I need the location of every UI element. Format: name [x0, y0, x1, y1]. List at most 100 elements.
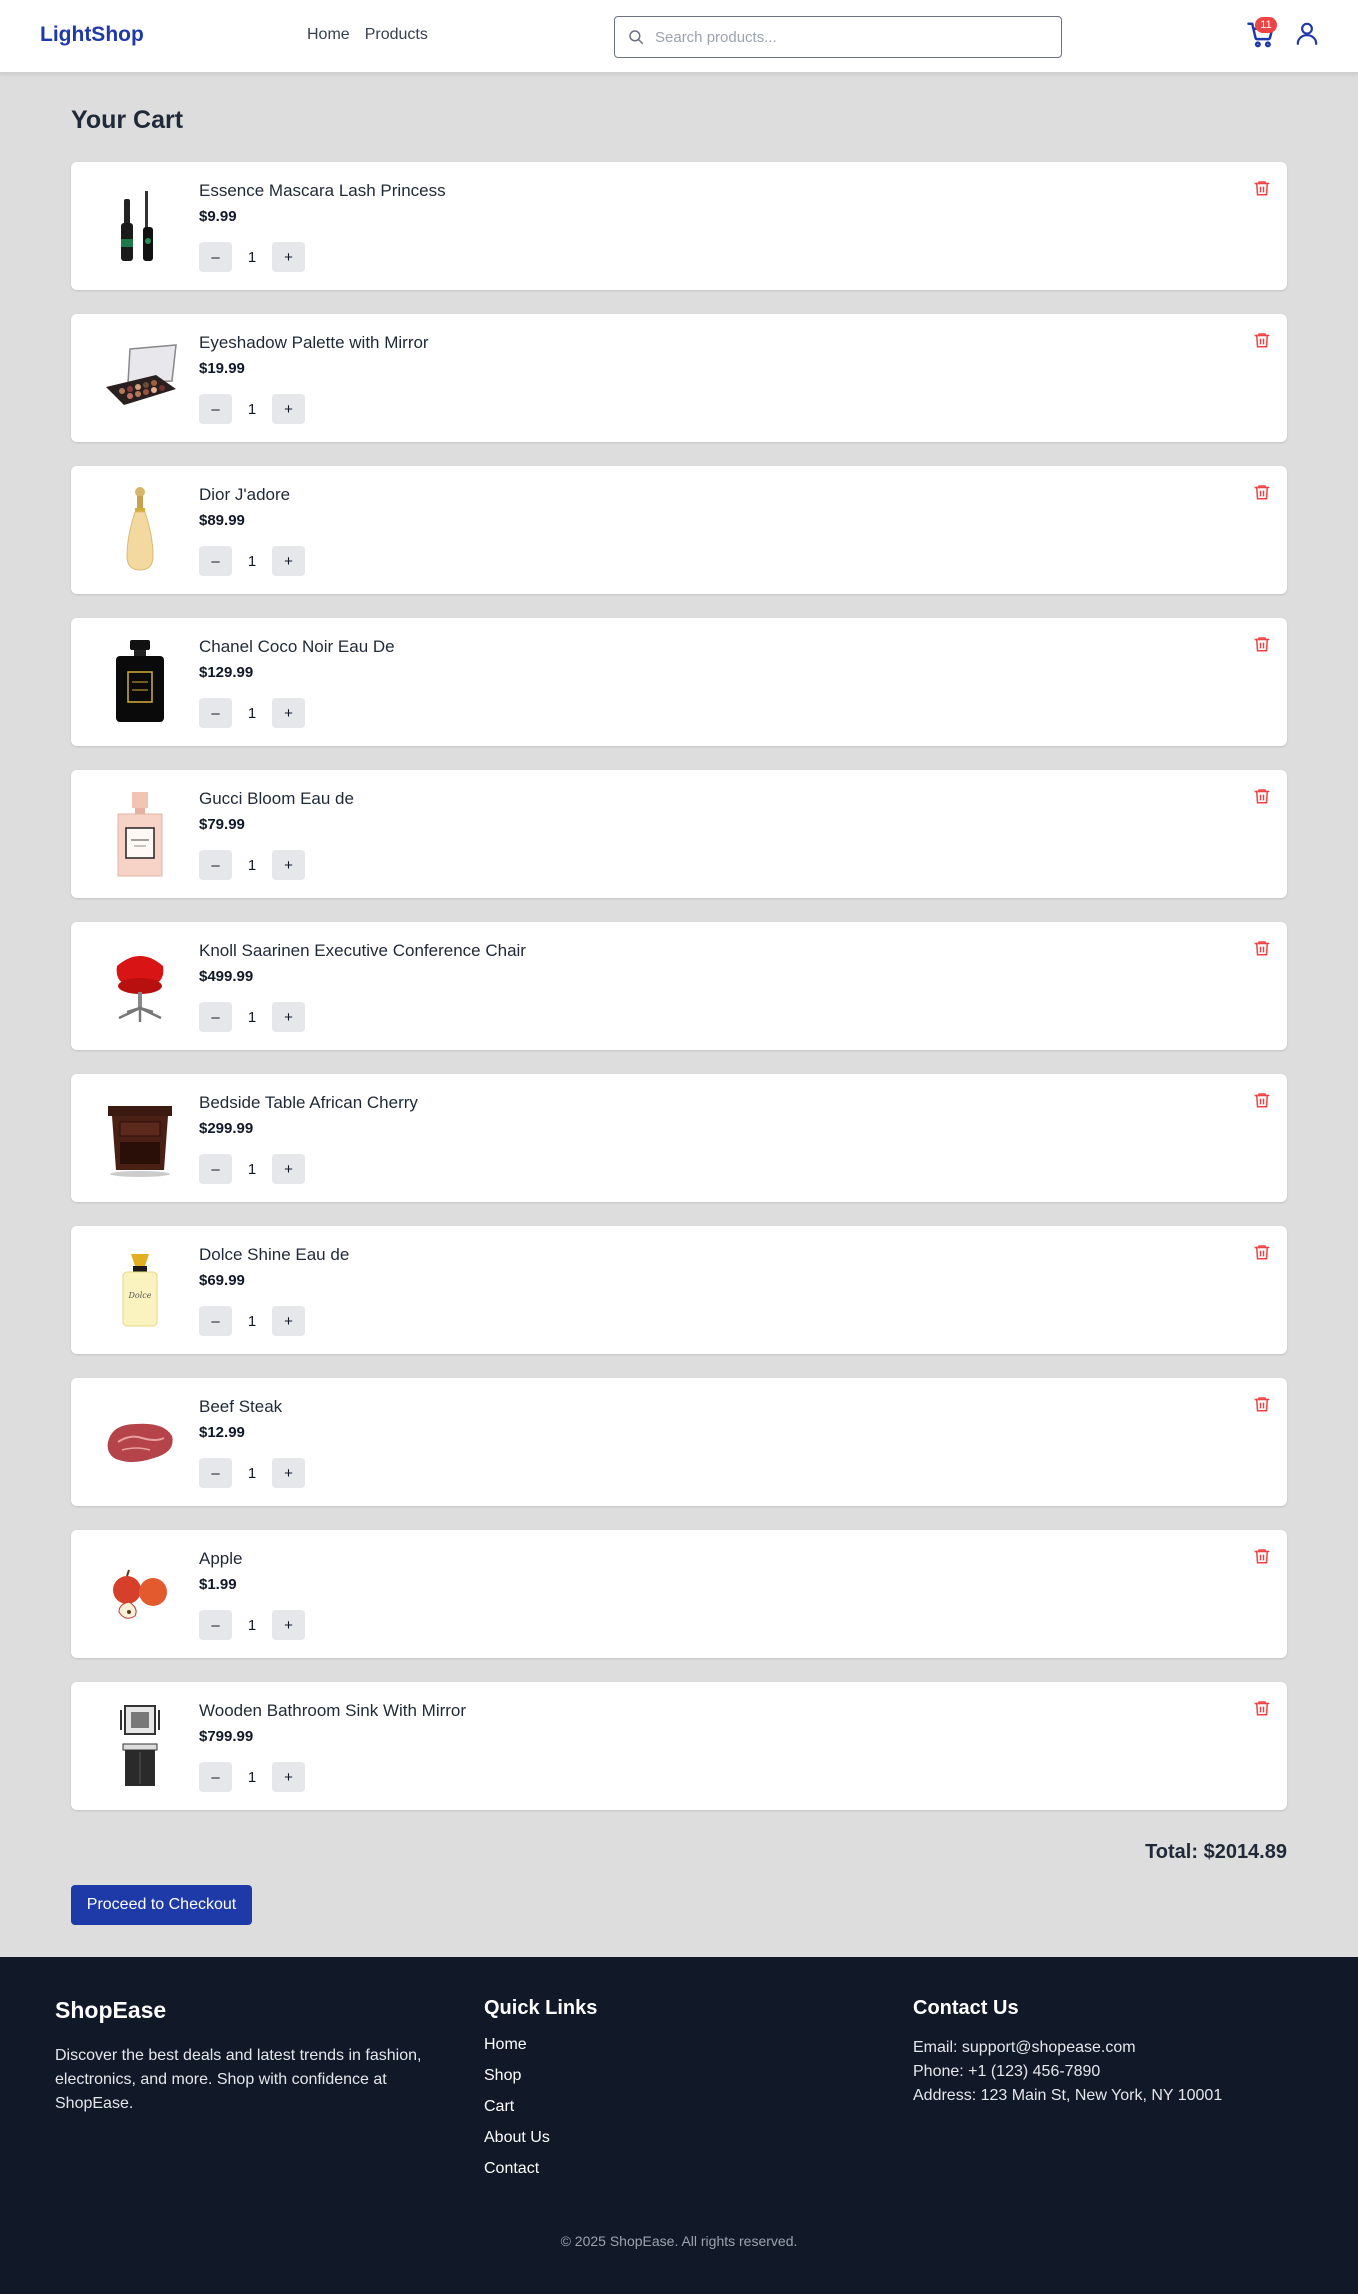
quantity-value: 1: [247, 856, 257, 874]
cart-item: Eyeshadow Palette with Mirror $19.99 – 1…: [71, 314, 1287, 442]
trash-icon[interactable]: [1253, 1546, 1271, 1566]
site-logo[interactable]: LightShop: [40, 23, 144, 47]
cart-item: Wooden Bathroom Sink With Mirror $799.99…: [71, 1682, 1287, 1810]
contact-email: Email: support@shopease.com: [913, 2039, 1136, 2056]
trash-icon[interactable]: [1253, 1394, 1271, 1414]
increase-qty-button[interactable]: +: [272, 1610, 305, 1640]
footer-link-contact[interactable]: Contact: [484, 2160, 597, 2178]
cart-item: Essence Mascara Lash Princess $9.99 – 1 …: [71, 162, 1287, 290]
increase-qty-button[interactable]: +: [272, 546, 305, 576]
item-price: $79.99: [199, 816, 245, 833]
increase-qty-button[interactable]: +: [272, 850, 305, 880]
item-price: $1.99: [199, 1576, 237, 1593]
quantity-stepper: – 1 +: [199, 1610, 305, 1640]
trash-icon[interactable]: [1253, 1698, 1271, 1718]
steak-image: [95, 1397, 185, 1487]
quantity-value: 1: [247, 1768, 257, 1786]
quick-links-title: Quick Links: [484, 1997, 598, 2019]
increase-qty-button[interactable]: +: [272, 394, 305, 424]
increase-qty-button[interactable]: +: [272, 1154, 305, 1184]
perfume-bottle-image: [95, 637, 185, 727]
footer-link-about[interactable]: About Us: [484, 2129, 597, 2147]
quantity-value: 1: [247, 400, 257, 418]
decrease-qty-button[interactable]: –: [199, 1762, 232, 1792]
decrease-qty-button[interactable]: –: [199, 394, 232, 424]
chair-image: [95, 941, 185, 1031]
increase-qty-button[interactable]: +: [272, 1458, 305, 1488]
item-name: Dior J'adore: [199, 485, 291, 504]
cart-list: Essence Mascara Lash Princess $9.99 – 1 …: [71, 162, 1287, 1834]
quantity-stepper: – 1 +: [199, 698, 305, 728]
search-input[interactable]: [655, 25, 1050, 49]
nav-home[interactable]: Home: [307, 26, 350, 44]
eyeshadow-palette-image: [95, 333, 185, 423]
quantity-stepper: – 1 +: [199, 1458, 305, 1488]
cart-item: Dior J'adore $89.99 – 1 +: [71, 466, 1287, 594]
item-price: $9.99: [199, 208, 237, 225]
cart-item: Beef Steak $12.99 – 1 +: [71, 1378, 1287, 1506]
trash-icon[interactable]: [1253, 1242, 1271, 1262]
footer-contact: Contact Us Email: support@shopease.com P…: [913, 1997, 1222, 2108]
trash-icon[interactable]: [1253, 178, 1271, 198]
item-price: $89.99: [199, 512, 245, 529]
site-footer: ShopEase Discover the best deals and lat…: [0, 1957, 1358, 2294]
increase-qty-button[interactable]: +: [272, 1762, 305, 1792]
page-title: Your Cart: [71, 106, 184, 134]
item-price: $12.99: [199, 1424, 245, 1441]
trash-icon[interactable]: [1253, 634, 1271, 654]
cart-item: Dolce Dolce Shine Eau de $69.99 – 1 +: [71, 1226, 1287, 1354]
footer-link-shop[interactable]: Shop: [484, 2067, 597, 2085]
quantity-stepper: – 1 +: [199, 394, 305, 424]
increase-qty-button[interactable]: +: [272, 698, 305, 728]
decrease-qty-button[interactable]: –: [199, 1002, 232, 1032]
decrease-qty-button[interactable]: –: [199, 1154, 232, 1184]
perfume-bottle-image: [95, 789, 185, 879]
quantity-value: 1: [247, 1464, 257, 1482]
quantity-stepper: – 1 +: [199, 850, 305, 880]
trash-icon[interactable]: [1253, 786, 1271, 806]
decrease-qty-button[interactable]: –: [199, 1610, 232, 1640]
decrease-qty-button[interactable]: –: [199, 1458, 232, 1488]
item-name: Eyeshadow Palette with Mirror: [199, 333, 429, 352]
decrease-qty-button[interactable]: –: [199, 698, 232, 728]
bedside-table-image: [95, 1093, 185, 1183]
item-price: $299.99: [199, 1120, 254, 1137]
cart-total: Total: $2014.89: [1145, 1841, 1287, 1863]
quantity-value: 1: [247, 704, 257, 722]
item-price: $69.99: [199, 1272, 245, 1289]
quantity-value: 1: [247, 552, 257, 570]
item-name: Essence Mascara Lash Princess: [199, 181, 446, 200]
increase-qty-button[interactable]: +: [272, 242, 305, 272]
increase-qty-button[interactable]: +: [272, 1002, 305, 1032]
quantity-value: 1: [247, 1160, 257, 1178]
nav-products[interactable]: Products: [365, 26, 428, 44]
quantity-stepper: – 1 +: [199, 1306, 305, 1336]
footer-link-home[interactable]: Home: [484, 2036, 597, 2054]
proceed-to-checkout-button[interactable]: Proceed to Checkout: [71, 1885, 252, 1925]
mascara-image: [95, 181, 185, 271]
quantity-value: 1: [247, 1312, 257, 1330]
decrease-qty-button[interactable]: –: [199, 850, 232, 880]
search-icon: [629, 30, 644, 45]
user-icon[interactable]: [1294, 19, 1320, 47]
item-price: $129.99: [199, 664, 254, 681]
decrease-qty-button[interactable]: –: [199, 1306, 232, 1336]
trash-icon[interactable]: [1253, 1090, 1271, 1110]
trash-icon[interactable]: [1253, 938, 1271, 958]
footer-link-cart[interactable]: Cart: [484, 2098, 597, 2116]
search-box: [614, 16, 1062, 58]
trash-icon[interactable]: [1253, 330, 1271, 350]
perfume-bottle-image: [95, 485, 185, 575]
trash-icon[interactable]: [1253, 482, 1271, 502]
top-header: LightShop Home Products 11: [0, 0, 1358, 74]
cart-item: Bedside Table African Cherry $299.99 – 1…: [71, 1074, 1287, 1202]
item-name: Beef Steak: [199, 1397, 283, 1416]
footer-about: ShopEase Discover the best deals and lat…: [55, 1997, 435, 2116]
decrease-qty-button[interactable]: –: [199, 546, 232, 576]
quantity-stepper: – 1 +: [199, 546, 305, 576]
contact-title: Contact Us: [913, 1997, 1019, 2019]
decrease-qty-button[interactable]: –: [199, 242, 232, 272]
quantity-value: 1: [247, 1008, 257, 1026]
apple-image: [95, 1549, 185, 1639]
increase-qty-button[interactable]: +: [272, 1306, 305, 1336]
